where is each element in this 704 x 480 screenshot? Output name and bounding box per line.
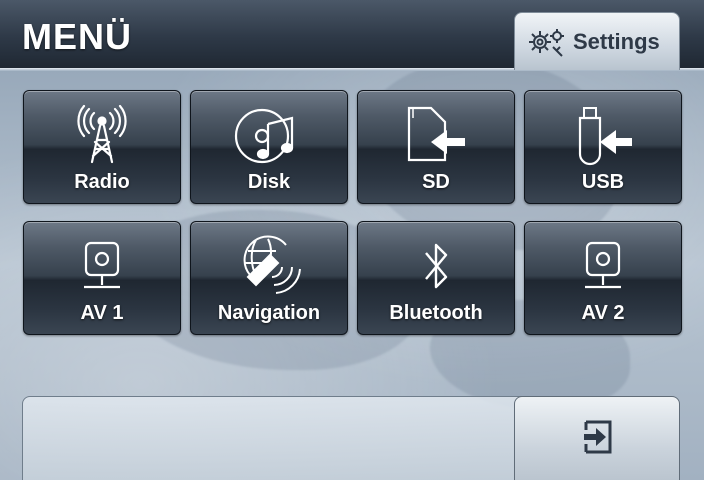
av-input-icon <box>24 232 180 300</box>
exit-icon <box>582 419 614 460</box>
gears-icon <box>527 25 567 59</box>
bluetooth-icon <box>358 232 514 300</box>
av-input-icon <box>525 232 681 300</box>
settings-button[interactable]: Settings <box>514 12 680 70</box>
settings-label: Settings <box>573 28 660 54</box>
radio-button[interactable]: Radio <box>23 90 181 204</box>
bluetooth-button[interactable]: Bluetooth <box>357 221 515 335</box>
disc-music-icon <box>191 101 347 169</box>
sd-button[interactable]: SD <box>357 90 515 204</box>
av2-label: AV 2 <box>581 302 625 324</box>
av1-label: AV 1 <box>80 302 124 324</box>
page-title: MENÜ <box>22 16 132 57</box>
navigation-label: Navigation <box>217 302 321 324</box>
usb-stick-insert-icon <box>525 101 681 169</box>
bluetooth-label: Bluetooth <box>389 302 483 324</box>
radio-label: Radio <box>74 171 130 193</box>
info-panel <box>22 396 542 480</box>
navigation-button[interactable]: Navigation <box>190 221 348 335</box>
usb-label: USB <box>581 171 625 193</box>
exit-button[interactable] <box>514 396 680 480</box>
disk-button[interactable]: Disk <box>190 90 348 204</box>
sd-label: SD <box>422 171 450 193</box>
disk-label: Disk <box>247 171 291 193</box>
av1-button[interactable]: AV 1 <box>23 221 181 335</box>
radio-tower-icon <box>24 101 180 169</box>
sd-card-insert-icon <box>358 101 514 169</box>
av2-button[interactable]: AV 2 <box>524 221 682 335</box>
usb-button[interactable]: USB <box>524 90 682 204</box>
globe-satellite-icon <box>191 232 347 300</box>
